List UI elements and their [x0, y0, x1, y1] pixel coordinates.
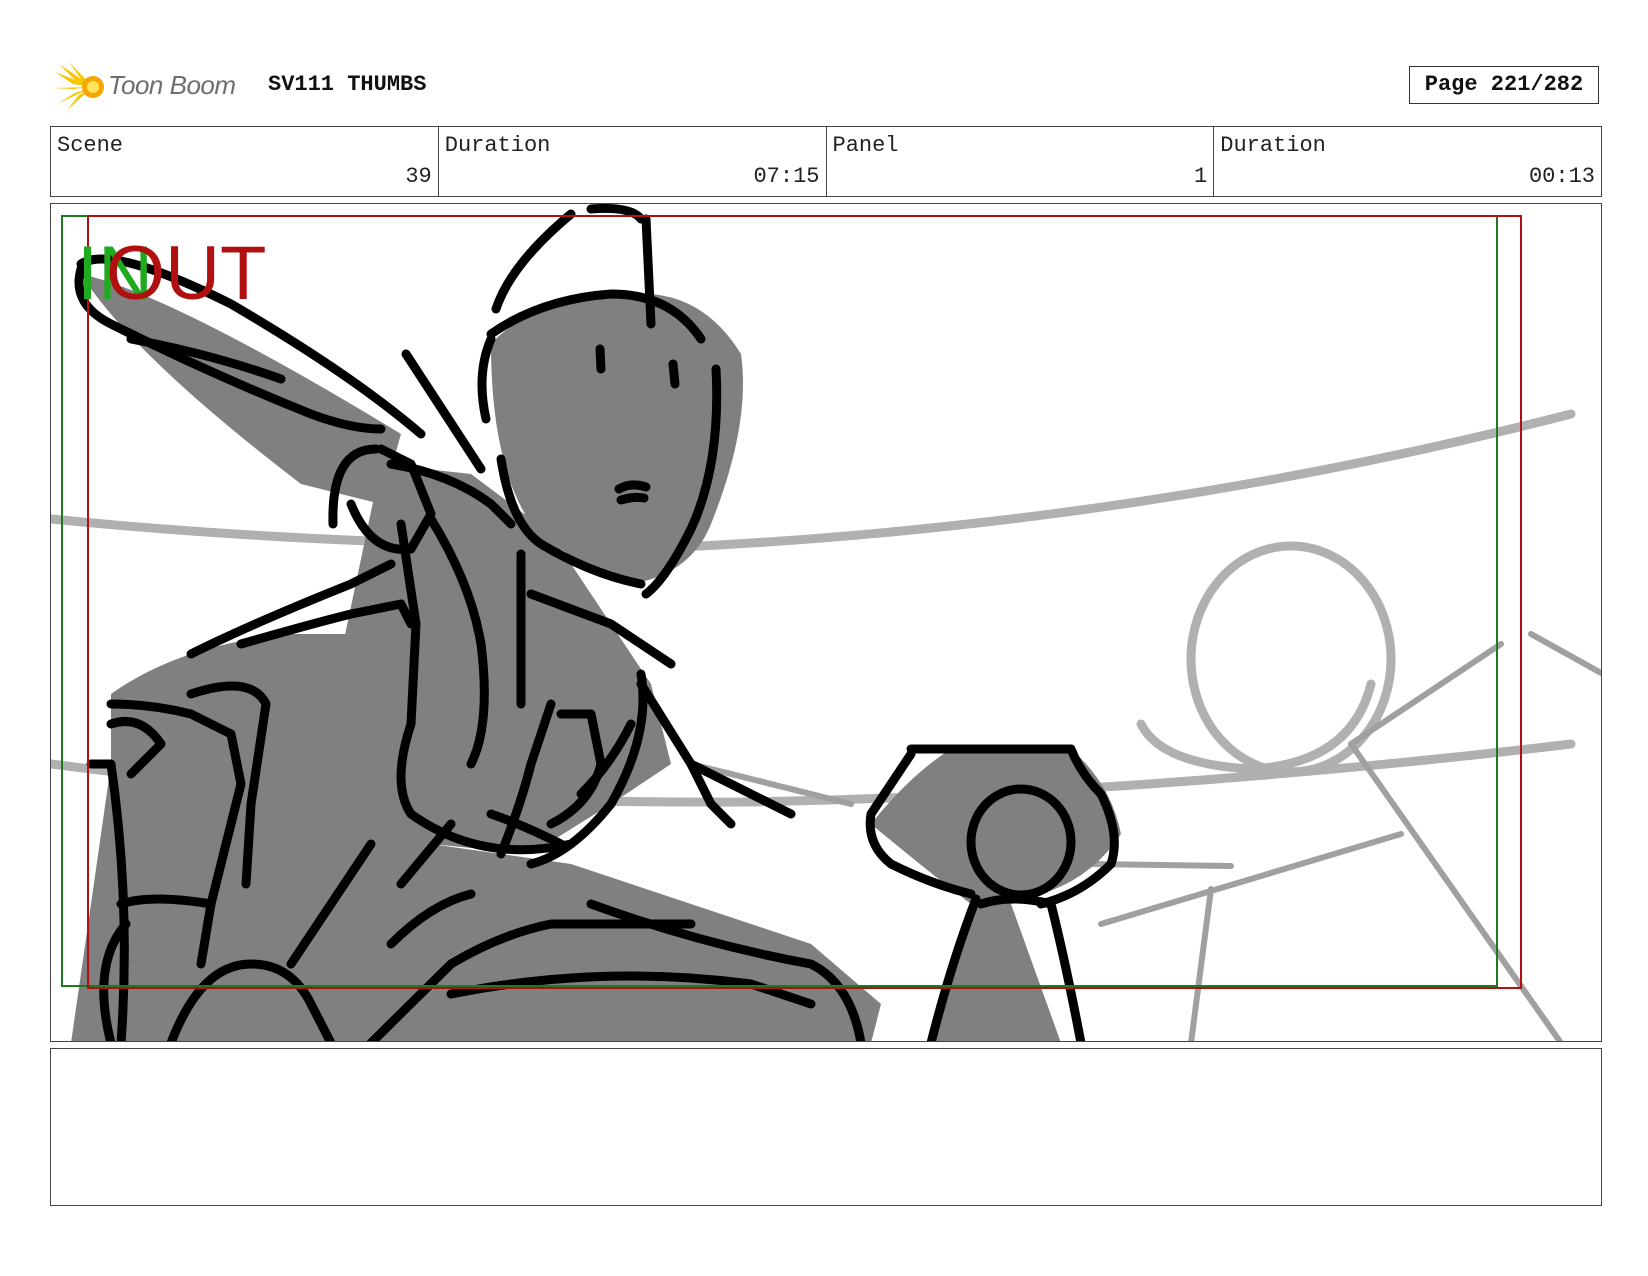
- panel-cell: Panel 1: [827, 127, 1215, 196]
- scene-cell: Scene 39: [51, 127, 439, 196]
- brand-name: Toon Boom: [108, 70, 236, 100]
- scene-label: Scene: [57, 133, 124, 158]
- storyboard-panel: IN OUT: [50, 203, 1602, 1042]
- panel-value: 1: [1194, 164, 1208, 189]
- storyboard-header: Toon Boom SV111 THUMBS Page 221/282: [50, 58, 1600, 114]
- scene-info-bar: Scene 39 Duration 07:15 Panel 1 Duration…: [50, 126, 1602, 197]
- scene-duration-label: Duration: [444, 133, 551, 158]
- page-indicator: Page 221/282: [1409, 66, 1599, 104]
- panel-duration-label: Duration: [1220, 133, 1326, 158]
- scene-value: 39: [405, 164, 432, 189]
- toon-boom-logo-icon: [53, 62, 104, 110]
- panel-duration-value: 00:13: [1528, 164, 1595, 189]
- scene-duration-value: 07:15: [753, 164, 820, 189]
- project-title: SV111 THUMBS: [268, 72, 427, 97]
- panel-notes-area[interactable]: [50, 1048, 1602, 1206]
- out-marker-label: OUT: [106, 231, 267, 316]
- panel-duration-cell: Duration 00:13: [1214, 127, 1601, 196]
- panel-label: Panel: [832, 133, 899, 158]
- scene-duration-cell: Duration 07:15: [439, 127, 827, 196]
- panel-sketch: [51, 204, 1601, 1041]
